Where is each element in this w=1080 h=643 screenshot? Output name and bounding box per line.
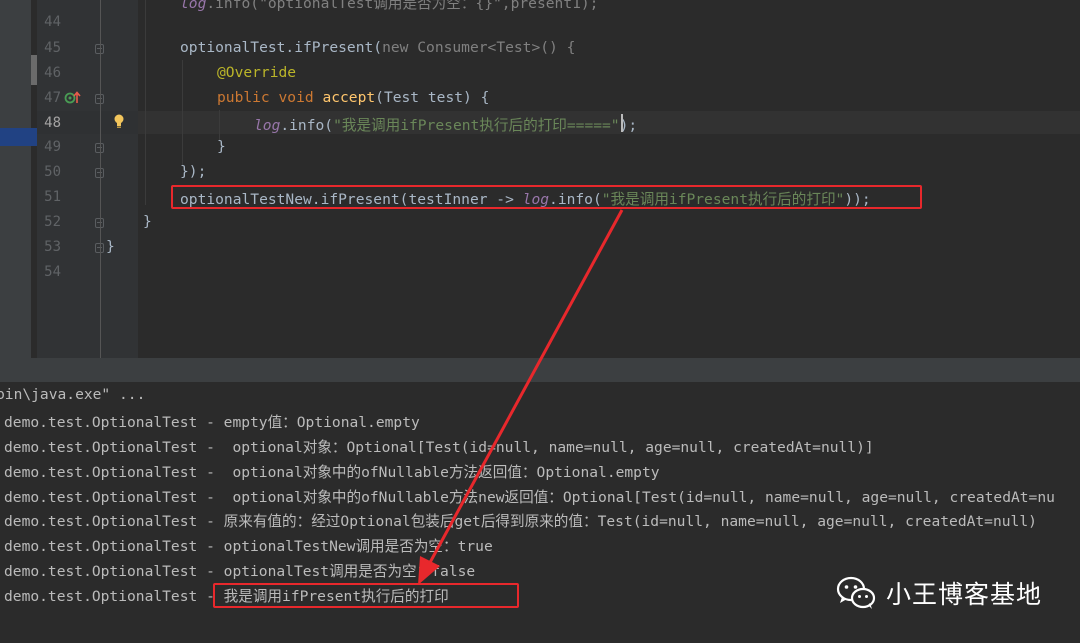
wechat-icon bbox=[836, 576, 876, 609]
watermark-text: 小王博客基地 bbox=[886, 580, 1043, 609]
watermark: 小王博客基地 bbox=[836, 575, 1042, 611]
annotation-arrow bbox=[418, 209, 624, 585]
